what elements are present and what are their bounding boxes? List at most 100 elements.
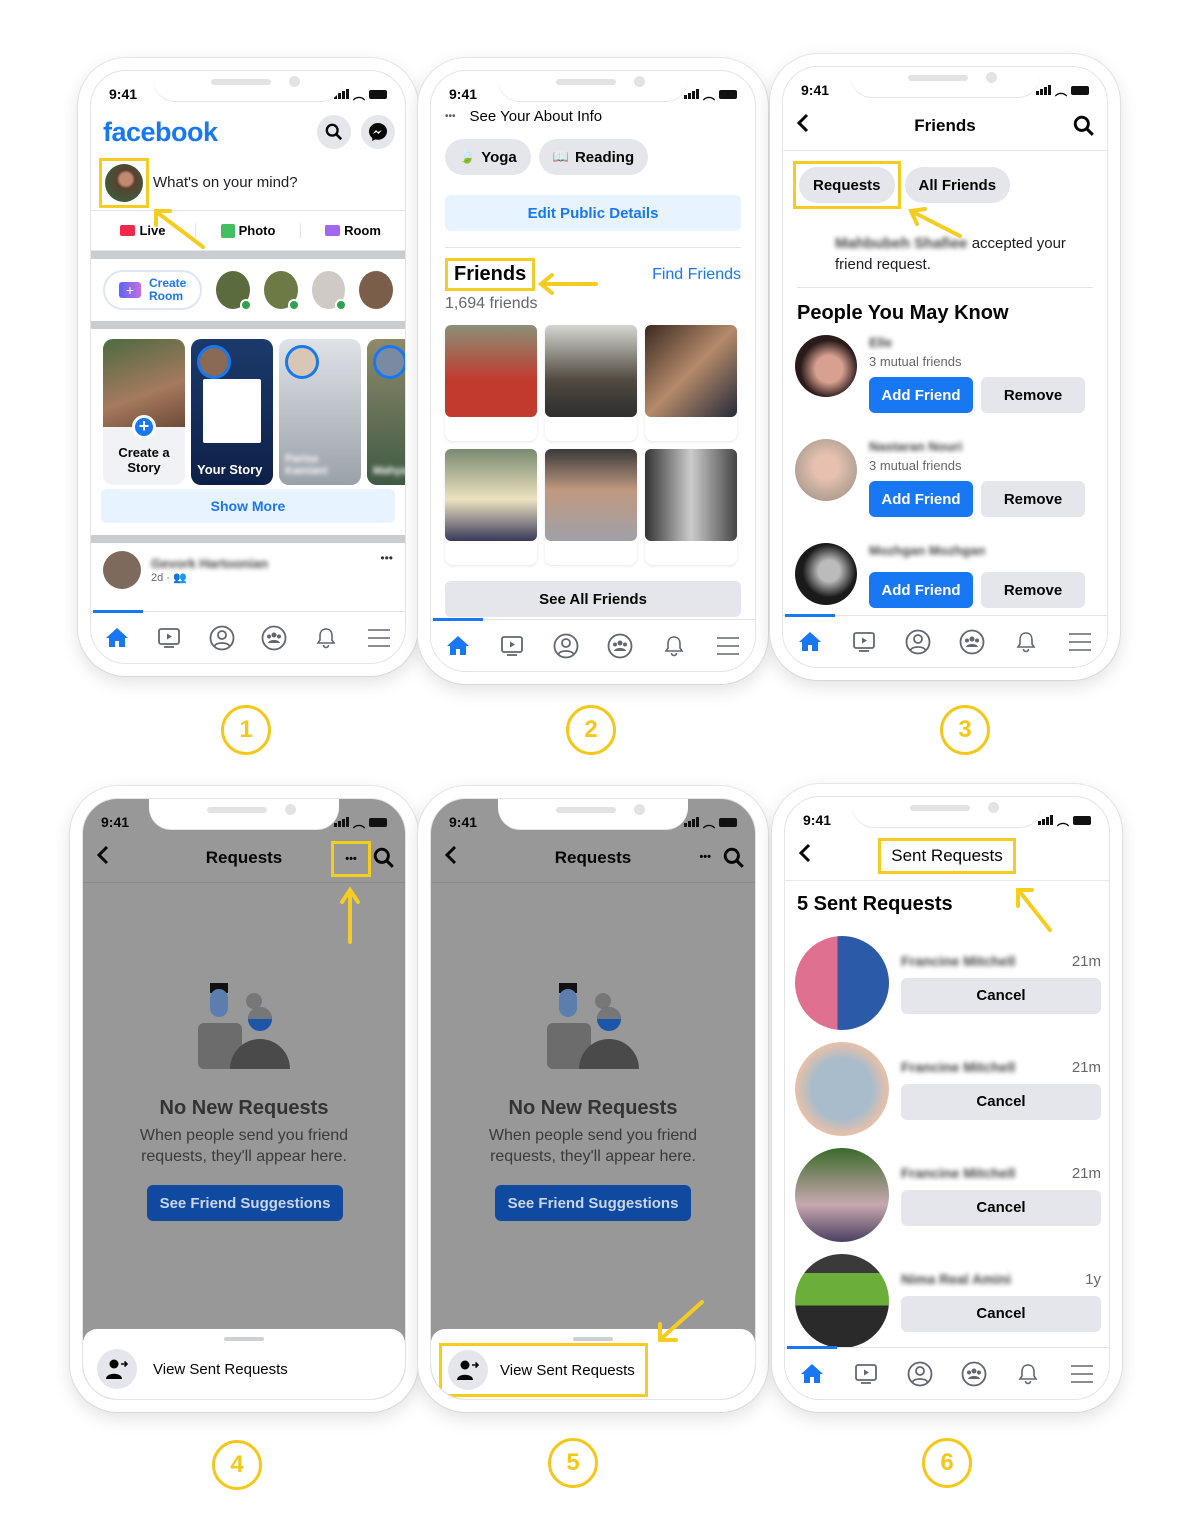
home-tab[interactable] <box>444 632 472 660</box>
more-options-button[interactable]: ••• <box>331 841 371 877</box>
post-more-button[interactable]: ••• <box>380 551 393 565</box>
search-button[interactable] <box>723 847 745 874</box>
menu-tab[interactable] <box>714 632 742 660</box>
home-tab[interactable] <box>796 628 824 656</box>
room-friend-avatar[interactable] <box>216 271 253 311</box>
friend-tile[interactable] <box>645 449 737 565</box>
composer-input[interactable]: What's on your mind? <box>153 174 298 191</box>
person-avatar[interactable] <box>795 543 857 605</box>
person-name[interactable]: Nastaran Nouri <box>869 439 1095 454</box>
notifications-tab[interactable] <box>1012 628 1040 656</box>
watch-tab[interactable] <box>850 628 878 656</box>
sheet-handle[interactable] <box>573 1337 613 1341</box>
groups-tab[interactable] <box>260 624 288 652</box>
messenger-button[interactable] <box>361 115 395 149</box>
profile-tab[interactable] <box>906 1360 934 1388</box>
profile-tab[interactable] <box>904 628 932 656</box>
show-more-button[interactable]: Show More <box>101 489 395 523</box>
cancel-request-button[interactable]: Cancel <box>901 977 1101 1014</box>
all-friends-chip[interactable]: All Friends <box>904 167 1011 203</box>
remove-button[interactable]: Remove <box>981 572 1085 608</box>
person-name[interactable]: Francine Mitchell <box>901 953 1015 970</box>
friend-tile[interactable] <box>545 325 637 441</box>
post-author-name[interactable]: Gevork Hartoonian <box>151 556 370 571</box>
facebook-logo[interactable]: facebook <box>103 117 218 148</box>
friend-tile[interactable] <box>445 449 537 565</box>
notifications-tab[interactable] <box>660 632 688 660</box>
person-avatar[interactable] <box>795 1254 889 1348</box>
view-sent-requests-item[interactable]: View Sent Requests <box>97 1349 288 1389</box>
person-name[interactable]: Elle <box>869 335 1095 350</box>
groups-tab[interactable] <box>606 632 634 660</box>
friend-tile[interactable] <box>445 325 537 441</box>
person-avatar[interactable] <box>795 1042 889 1136</box>
hobby-chip-reading[interactable]: 📖 Reading <box>538 139 649 175</box>
see-all-friends-button[interactable]: See All Friends <box>445 581 741 617</box>
add-friend-button[interactable]: Add Friend <box>869 572 973 608</box>
person-avatar[interactable] <box>795 439 857 501</box>
search-button[interactable] <box>317 115 351 149</box>
notifications-tab[interactable] <box>312 624 340 652</box>
photo-button[interactable]: Photo <box>196 223 301 238</box>
profile-tab[interactable] <box>208 624 236 652</box>
create-story-card[interactable]: + Create a Story <box>103 339 185 485</box>
see-about-info-link[interactable]: ••• See Your About Info <box>445 105 741 127</box>
profile-tab[interactable] <box>552 632 580 660</box>
menu-tab[interactable] <box>365 624 393 652</box>
remove-button[interactable]: Remove <box>981 377 1085 413</box>
search-button[interactable] <box>1073 115 1095 142</box>
search-button[interactable] <box>373 847 395 874</box>
friend-tile[interactable] <box>545 449 637 565</box>
friend-tile[interactable] <box>645 325 737 441</box>
home-tab[interactable] <box>103 624 131 652</box>
groups-tab[interactable] <box>960 1360 988 1388</box>
cancel-request-button[interactable]: Cancel <box>901 1083 1101 1120</box>
story-card-your-story[interactable]: Your Story <box>191 339 273 485</box>
watch-tab[interactable] <box>498 632 526 660</box>
menu-tab[interactable] <box>1068 1360 1096 1388</box>
room-friend-avatar[interactable] <box>359 271 393 309</box>
more-options-button[interactable]: ••• <box>699 851 711 863</box>
watch-tab[interactable] <box>155 624 183 652</box>
add-friend-button[interactable]: Add Friend <box>869 377 973 413</box>
person-name[interactable]: Mozhgan Mozhgan <box>869 543 1095 558</box>
home-tab[interactable] <box>798 1360 826 1388</box>
hobby-chip-yoga[interactable]: 🍃 Yoga <box>445 139 531 175</box>
person-name[interactable]: Nima Real Amini <box>901 1271 1011 1288</box>
view-sent-requests-item[interactable]: View Sent Requests <box>439 1343 648 1397</box>
groups-icon <box>607 633 633 658</box>
remove-button[interactable]: Remove <box>981 481 1085 517</box>
person-avatar[interactable] <box>795 1148 889 1242</box>
cancel-request-button[interactable]: Cancel <box>901 1295 1101 1332</box>
sheet-handle[interactable] <box>224 1337 264 1341</box>
add-friend-button[interactable]: Add Friend <box>869 481 973 517</box>
cancel-request-button[interactable]: Cancel <box>901 1189 1101 1226</box>
story-card[interactable]: Parisa Kamiani <box>279 339 361 485</box>
room-friend-avatar[interactable] <box>264 271 300 311</box>
back-button[interactable] <box>96 845 109 871</box>
story-card[interactable]: Mahya Zareh <box>367 339 405 485</box>
post-author-avatar[interactable] <box>103 551 141 589</box>
back-button[interactable] <box>796 113 809 139</box>
profile-avatar-highlight[interactable] <box>99 157 149 208</box>
edit-public-details-button[interactable]: Edit Public Details <box>445 195 741 231</box>
more-dots-icon: ••• <box>445 110 456 122</box>
create-room-button[interactable]: + Create Room <box>103 270 203 310</box>
room-button[interactable]: Room <box>301 223 405 238</box>
person-avatar[interactable] <box>795 936 889 1030</box>
groups-tab[interactable] <box>958 628 986 656</box>
room-friend-avatar[interactable] <box>311 271 348 311</box>
notifications-tab[interactable] <box>1014 1360 1042 1388</box>
find-friends-link[interactable]: Find Friends <box>652 266 741 284</box>
friends-section-title[interactable]: Friends <box>445 258 536 291</box>
see-friend-suggestions-button[interactable]: See Friend Suggestions <box>147 1185 343 1221</box>
watch-tab[interactable] <box>852 1360 880 1388</box>
requests-chip[interactable]: Requests <box>799 167 895 203</box>
menu-tab[interactable] <box>1066 628 1094 656</box>
back-button[interactable] <box>798 843 811 869</box>
back-button[interactable] <box>444 845 457 871</box>
see-friend-suggestions-button[interactable]: See Friend Suggestions <box>495 1185 691 1221</box>
person-avatar[interactable] <box>795 335 857 397</box>
person-name[interactable]: Francine Mitchell <box>901 1165 1015 1182</box>
person-name[interactable]: Francine Mitchell <box>901 1059 1015 1076</box>
